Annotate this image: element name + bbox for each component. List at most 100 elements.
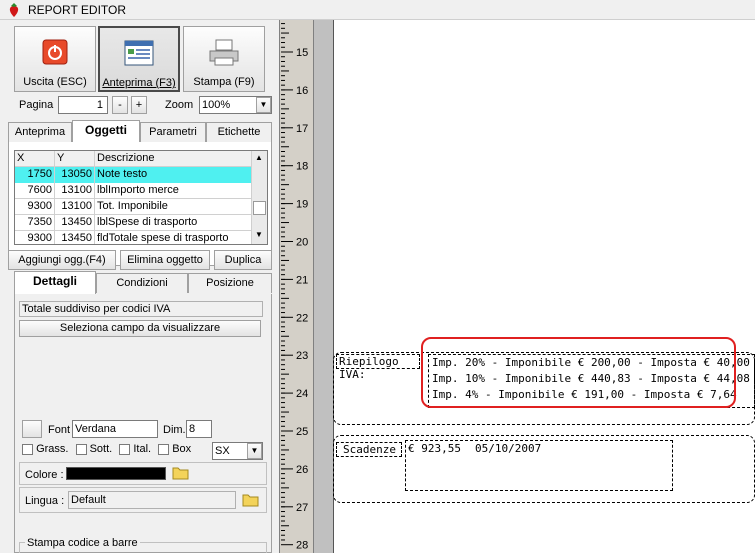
folder-icon[interactable] bbox=[172, 465, 190, 481]
objects-table[interactable]: X Y Descrizione 1750 13050 Note testo 76… bbox=[14, 150, 268, 245]
zoom-value: 100% bbox=[202, 99, 231, 111]
select-field-button[interactable]: Seleziona campo da visualizzare bbox=[19, 320, 261, 337]
delete-object-button[interactable]: Elimina oggetto bbox=[120, 250, 210, 270]
cell-y: 13050 bbox=[55, 167, 95, 183]
deadlines-field[interactable]: € 923,55 05/10/2007 bbox=[405, 440, 673, 491]
bold-checkbox[interactable] bbox=[22, 443, 33, 455]
preview-button[interactable]: Anteprima (F3) bbox=[98, 26, 180, 92]
table-row[interactable]: 1750 13050 Note testo bbox=[15, 167, 253, 183]
deadlines-label[interactable]: Scadenze bbox=[336, 442, 402, 457]
size-label: Dim. bbox=[163, 424, 186, 436]
cell-y: 13100 bbox=[55, 199, 95, 215]
ruler-label: 16 bbox=[296, 85, 308, 97]
cell-description: fldTotale spese di trasporto bbox=[95, 231, 253, 244]
cell-description: lblSpese di trasporto bbox=[95, 215, 253, 231]
print-label: Stampa (F9) bbox=[193, 76, 255, 88]
ruler-label: 28 bbox=[296, 540, 308, 552]
zoom-label: Zoom bbox=[165, 99, 194, 111]
italic-label: Ital. bbox=[133, 443, 152, 455]
table-header: X Y Descrizione bbox=[15, 151, 253, 167]
alignment-value: SX bbox=[215, 445, 230, 457]
table-row[interactable]: 7600 13100 lblImporto merce bbox=[15, 183, 253, 199]
language-display: Default bbox=[68, 491, 236, 509]
tab-labels[interactable]: Etichette bbox=[206, 122, 272, 142]
ruler-label: 18 bbox=[296, 161, 308, 173]
cell-description: Note testo bbox=[95, 167, 253, 183]
tab-parameters[interactable]: Parametri bbox=[140, 122, 206, 142]
folder-icon[interactable] bbox=[242, 492, 260, 508]
font-picker-button[interactable] bbox=[22, 420, 42, 438]
field-display: Totale suddiviso per codici IVA bbox=[19, 301, 263, 317]
title-bar: REPORT EDITOR bbox=[0, 0, 755, 20]
ruler-label: 26 bbox=[296, 464, 308, 476]
tab-details[interactable]: Dettagli bbox=[14, 271, 96, 294]
scroll-thumb[interactable] bbox=[253, 201, 266, 215]
zoom-select[interactable]: 100% ▼ bbox=[199, 96, 272, 114]
cell-x: 7600 bbox=[15, 183, 55, 199]
cell-x: 1750 bbox=[15, 167, 55, 183]
table-row[interactable]: 9300 13450 fldTotale spese di trasporto bbox=[15, 231, 253, 244]
tab-conditions[interactable]: Condizioni bbox=[96, 273, 188, 293]
ruler-label: 17 bbox=[296, 123, 308, 135]
ruler-label: 24 bbox=[296, 388, 308, 400]
deadline-amount: € 923,55 bbox=[408, 442, 461, 455]
deadline-date: 05/10/2007 bbox=[475, 442, 542, 455]
duplicate-button[interactable]: Duplica bbox=[214, 250, 272, 270]
table-row[interactable]: 7350 13450 lblSpese di trasporto bbox=[15, 215, 253, 231]
chevron-down-icon[interactable]: ▼ bbox=[247, 443, 262, 459]
scroll-up-icon[interactable]: ▲ bbox=[255, 153, 263, 162]
table-row[interactable]: 9300 13100 Tot. Imponibile bbox=[15, 199, 253, 215]
language-label: Lingua : bbox=[25, 495, 65, 507]
exit-button[interactable]: Uscita (ESC) bbox=[14, 26, 96, 92]
underline-label: Sott. bbox=[89, 443, 113, 455]
table-scrollbar[interactable]: ▲ ▼ bbox=[251, 151, 267, 244]
font-input[interactable]: Verdana bbox=[72, 420, 158, 438]
cell-description: lblImporto merce bbox=[95, 183, 253, 199]
ruler-label: 21 bbox=[296, 274, 308, 286]
tab-objects[interactable]: Oggetti bbox=[72, 120, 140, 143]
cell-y: 13450 bbox=[55, 215, 95, 231]
page-input[interactable]: 1 bbox=[58, 96, 108, 114]
box-checkbox[interactable] bbox=[158, 443, 170, 455]
chevron-down-icon[interactable]: ▼ bbox=[256, 97, 271, 113]
print-button[interactable]: Stampa (F9) bbox=[183, 26, 265, 92]
highlight-annotation bbox=[421, 337, 736, 408]
preview-window-icon bbox=[124, 40, 154, 66]
vat-summary-label[interactable]: Riepilogo IVA: bbox=[336, 354, 420, 381]
cell-x: 9300 bbox=[15, 231, 55, 244]
barcode-label: Stampa codice a barre bbox=[25, 537, 140, 549]
style-options: Grass. Sott. Ital. Box bbox=[22, 443, 191, 455]
ruler-label: 20 bbox=[296, 237, 308, 249]
alignment-select[interactable]: SX ▼ bbox=[212, 442, 263, 460]
window-title: REPORT EDITOR bbox=[28, 3, 127, 17]
italic-checkbox[interactable] bbox=[119, 443, 131, 455]
ruler-ticks: 15 16 17 18 19 20 21 22 23 24 25 26 27 28 bbox=[281, 23, 308, 552]
font-label: Font bbox=[48, 424, 71, 436]
color-swatch[interactable] bbox=[66, 467, 166, 480]
cell-x: 9300 bbox=[15, 199, 55, 215]
vertical-ruler: 15 16 17 18 19 20 21 22 23 24 25 26 27 28 bbox=[279, 20, 314, 553]
tab-position[interactable]: Posizione bbox=[188, 273, 272, 293]
ruler-label: 19 bbox=[296, 199, 308, 211]
ruler-label: 25 bbox=[296, 426, 308, 438]
exit-label: Uscita (ESC) bbox=[23, 76, 87, 88]
preview-label: Anteprima (F3) bbox=[102, 77, 176, 89]
ruler-label: 15 bbox=[296, 47, 308, 59]
cell-x: 7350 bbox=[15, 215, 55, 231]
size-input[interactable]: 8 bbox=[186, 420, 212, 438]
cell-y: 13100 bbox=[55, 183, 95, 199]
power-icon bbox=[42, 39, 68, 65]
page-plus-button[interactable]: + bbox=[131, 96, 147, 114]
tab-preview[interactable]: Anteprima bbox=[8, 122, 72, 142]
underline-checkbox[interactable] bbox=[75, 443, 87, 455]
column-header-y: Y bbox=[55, 151, 95, 167]
page-minus-button[interactable]: - bbox=[112, 96, 128, 114]
color-label: Colore : bbox=[25, 469, 64, 481]
strawberry-icon bbox=[9, 3, 19, 17]
scroll-down-icon[interactable]: ▼ bbox=[255, 230, 263, 239]
ruler-label: 27 bbox=[296, 502, 308, 514]
column-header-description: Descrizione bbox=[95, 151, 253, 167]
ruler-label: 23 bbox=[296, 350, 308, 362]
add-object-button[interactable]: Aggiungi ogg.(F4) bbox=[8, 250, 116, 270]
column-header-x: X bbox=[15, 151, 55, 167]
